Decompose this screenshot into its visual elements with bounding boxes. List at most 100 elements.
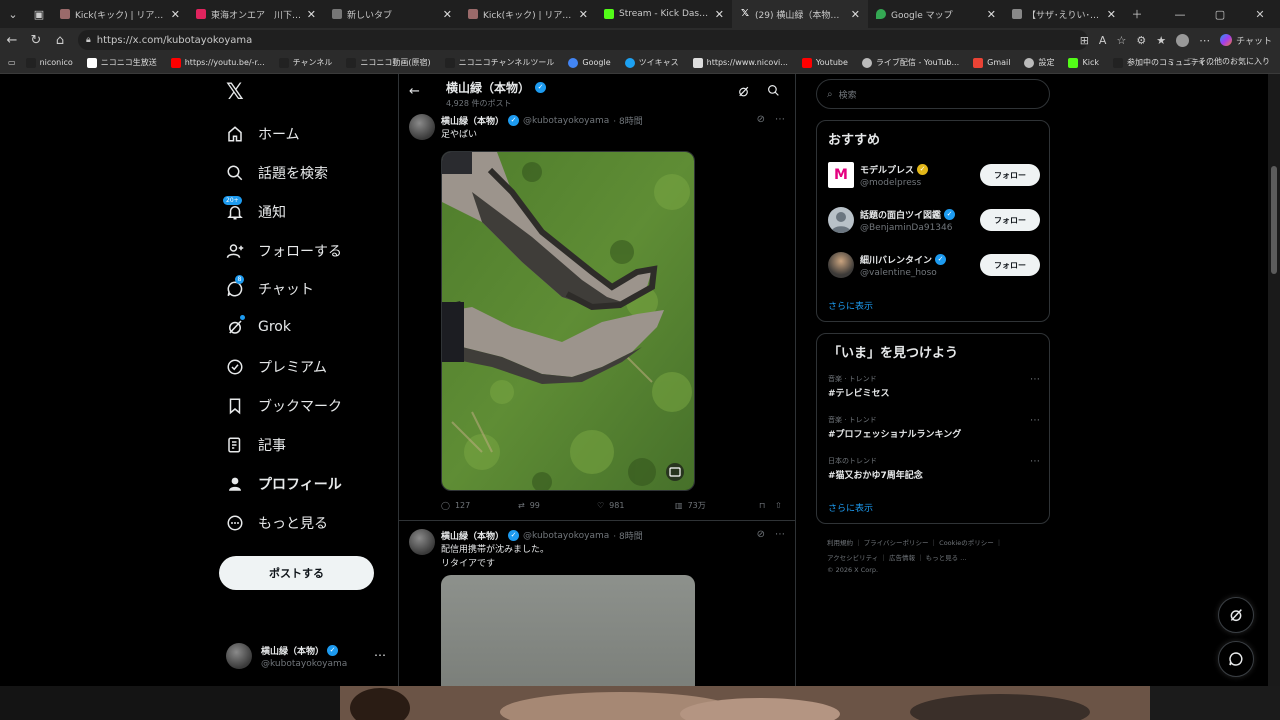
more-dots-icon[interactable]: ⋯: [1030, 415, 1040, 426]
app-available-icon[interactable]: ⊞: [1080, 34, 1089, 47]
workspaces-icon[interactable]: ▣: [26, 0, 52, 28]
bookmark-item[interactable]: ニコニコ動画(原宿): [346, 57, 431, 68]
post[interactable]: 横山緑（本物） ✓ @kubotayokoyama · 8時間 ⊘ ⋯ 配信用携…: [399, 529, 795, 686]
post-time[interactable]: · 8時間: [613, 114, 642, 127]
tab-list-button[interactable]: ⌄: [0, 0, 26, 28]
grok-icon[interactable]: [737, 85, 750, 101]
footer-link[interactable]: アクセシビリティ: [827, 554, 878, 562]
post-button[interactable]: ポストする: [219, 556, 374, 590]
show-more-link[interactable]: さらに表示: [828, 299, 873, 312]
bookmark-item[interactable]: https://youtu.be/-r...: [170, 57, 265, 68]
extensions-icon[interactable]: ⚙: [1136, 34, 1146, 47]
recommendation-item[interactable]: 話題の面白ツイ図鑑 ✓ @BenjaminDa91346 フォロー: [828, 205, 1040, 235]
grok-icon[interactable]: ⊘: [757, 114, 765, 125]
reply-button[interactable]: ◯ 127: [441, 500, 518, 511]
nav-item-premium[interactable]: プレミアム: [226, 357, 327, 377]
more-dots-icon[interactable]: ⋯: [1030, 374, 1040, 385]
close-tab-icon[interactable]: ✕: [987, 8, 996, 21]
maximize-icon[interactable]: ▢: [1200, 0, 1240, 28]
like-button[interactable]: ♡ 981: [597, 500, 675, 511]
profile-avatar-icon[interactable]: [1176, 33, 1190, 47]
minimize-icon[interactable]: —: [1160, 0, 1200, 28]
close-tab-icon[interactable]: ✕: [715, 8, 724, 21]
reload-icon[interactable]: ↻: [24, 28, 48, 52]
post-image[interactable]: [441, 575, 695, 686]
new-tab-icon[interactable]: ＋: [1124, 0, 1150, 28]
footer-link[interactable]: 利用規約: [827, 539, 853, 547]
footer-link[interactable]: プライバシーポリシー: [864, 539, 929, 547]
search-input[interactable]: ⌕ 検索: [816, 79, 1050, 109]
more-dots-icon[interactable]: ⋯: [1030, 456, 1040, 467]
bookmark-item[interactable]: Gmail: [973, 57, 1010, 68]
bookmark-item[interactable]: niconico: [25, 57, 73, 68]
bookmark-item[interactable]: https://www.nicovi...: [692, 57, 788, 68]
nav-item-home[interactable]: ホーム: [226, 124, 300, 144]
browser-tab[interactable]: 新しいタブ ✕: [324, 0, 460, 28]
grok-fab-button[interactable]: [1218, 597, 1254, 633]
nav-item-follow[interactable]: フォローする: [226, 241, 342, 261]
more-dots-icon[interactable]: ⋯: [775, 114, 785, 125]
close-window-icon[interactable]: ✕: [1240, 0, 1280, 28]
post[interactable]: 横山緑（本物） ✓ @kubotayokoyama · 8時間 ⊘ ⋯ 足やばい: [399, 114, 795, 521]
nav-item-explore[interactable]: 話題を検索: [226, 163, 328, 183]
views-button[interactable]: ▥ 73万: [675, 500, 759, 511]
bookmark-item[interactable]: ライブ配信 - YouTub...: [861, 57, 959, 68]
browser-menu-icon[interactable]: ⋯: [1199, 34, 1210, 47]
more-dots-icon[interactable]: ⋯: [374, 648, 386, 662]
nav-item-bookmarks[interactable]: ブックマーク: [226, 396, 342, 416]
close-tab-icon[interactable]: ✕: [171, 8, 180, 21]
chat-fab-button[interactable]: [1218, 641, 1254, 677]
close-tab-icon[interactable]: ✕: [851, 8, 860, 21]
scrollbar-thumb[interactable]: [1271, 166, 1277, 274]
url-field[interactable]: 🔒︎ https://x.com/kubotayokoyama: [78, 30, 1088, 50]
trend-item[interactable]: 音楽 · トレンド #プロフェッショナルランキング ⋯: [828, 415, 1040, 440]
follow-button[interactable]: フォロー: [980, 164, 1040, 186]
chevron-right-icon[interactable]: ›: [1170, 59, 1173, 68]
nav-item-articles[interactable]: 記事: [226, 435, 286, 455]
read-aloud-icon[interactable]: A: [1099, 34, 1107, 47]
close-tab-icon[interactable]: ✕: [579, 8, 588, 21]
x-logo-icon[interactable]: 𝕏: [226, 82, 246, 104]
browser-tab[interactable]: Google マップ ✕: [868, 0, 1004, 28]
bookmark-item[interactable]: Youtube: [801, 57, 848, 68]
trend-item[interactable]: 日本のトレンド #猫又おかゆ7周年記念 ⋯: [828, 456, 1040, 481]
footer-link[interactable]: もっと見る …: [926, 554, 967, 562]
post-time[interactable]: · 8時間: [613, 529, 642, 542]
other-bookmarks[interactable]: 🗀︎ その他のお気に入り: [1187, 56, 1270, 70]
bookmark-item[interactable]: ツイキャス: [624, 57, 679, 68]
repost-button[interactable]: ⇄ 99: [518, 500, 597, 511]
bookmark-item[interactable]: ニコニコ生放送: [86, 57, 157, 68]
avatar[interactable]: [409, 114, 435, 140]
show-more-link[interactable]: さらに表示: [828, 501, 873, 514]
search-icon[interactable]: [767, 84, 780, 100]
back-arrow-icon[interactable]: ←: [409, 84, 420, 99]
browser-tab[interactable]: 【サザ･えりい･刑事魂】ゴムボート ✕: [1004, 0, 1124, 28]
account-switcher[interactable]: 横山緑（本物） ✓ @kubotayokoyama ⋯: [226, 640, 386, 672]
bookmark-icon[interactable]: ⊓: [759, 500, 775, 511]
bookmark-item[interactable]: チャンネル: [278, 57, 332, 68]
footer-link[interactable]: 広告情報: [889, 554, 915, 562]
close-tab-icon[interactable]: ✕: [443, 8, 452, 21]
bookmark-item[interactable]: Kick: [1068, 57, 1099, 68]
avatar[interactable]: [409, 529, 435, 555]
bookmark-item[interactable]: 設定: [1024, 57, 1054, 68]
browser-tab[interactable]: Kick(キック) | リアルタイムランキ ✕: [52, 0, 188, 28]
browser-tab[interactable]: Stream - Kick Dashboard ✕: [596, 0, 732, 28]
copilot-button[interactable]: チャット: [1220, 34, 1272, 47]
bookmarks-menu-icon[interactable]: ▭: [8, 58, 16, 67]
grok-icon[interactable]: ⊘: [757, 529, 765, 540]
bookmark-item[interactable]: ニコニコチャンネルツール: [444, 57, 554, 68]
browser-tab[interactable]: Kick(キック) | リアルタイムランキ ✕: [460, 0, 596, 28]
post-handle[interactable]: @kubotayokoyama: [523, 116, 609, 126]
nav-item-more[interactable]: もっと見る: [226, 513, 328, 533]
post-image[interactable]: [441, 151, 695, 491]
favorite-star-icon[interactable]: ☆: [1116, 34, 1126, 47]
browser-tab-active[interactable]: 𝕏 (29) 横山緑（本物）（@ku ✕: [732, 0, 868, 28]
recommendation-item[interactable]: M モデルプレス ✓ @modelpress フォロー: [828, 160, 1040, 190]
trend-item[interactable]: 音楽 · トレンド #テレビミセス ⋯: [828, 374, 1040, 399]
share-icon[interactable]: ⇧: [775, 500, 782, 511]
nav-item-notifications[interactable]: 20+ 通知: [223, 196, 286, 222]
more-dots-icon[interactable]: ⋯: [775, 529, 785, 540]
nav-item-profile[interactable]: プロフィール: [226, 474, 342, 494]
post-author[interactable]: 横山緑（本物）: [441, 529, 504, 542]
